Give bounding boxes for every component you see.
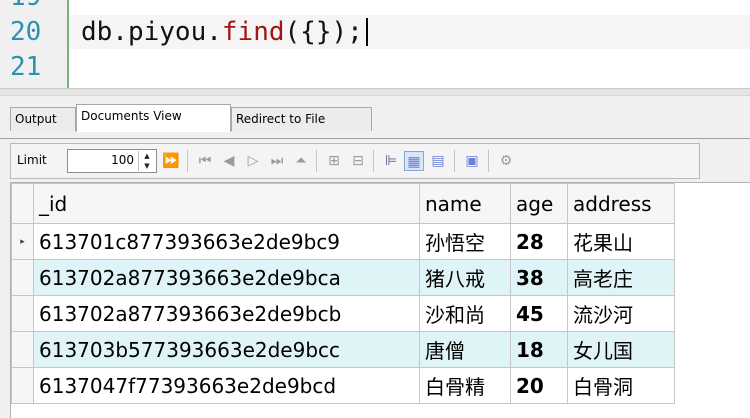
tab-baseline (0, 138, 750, 139)
cell-id[interactable]: 613702a877393663e2de9bcb (33, 295, 420, 332)
cell-age[interactable]: 38 (510, 259, 568, 296)
cell-age[interactable]: 18 (510, 331, 568, 368)
export-icon[interactable]: ▣ (462, 151, 482, 171)
cell-address[interactable]: 白骨洞 (567, 367, 675, 404)
collapse-icon[interactable]: ⏶ (291, 151, 311, 171)
cell-name[interactable]: 沙和尚 (419, 295, 511, 332)
add-record-icon[interactable]: ⊞ (324, 151, 344, 171)
row-indicator-header (11, 183, 34, 224)
fetch-all-icon[interactable]: ⏩ (161, 151, 181, 171)
column-header-address[interactable]: address (567, 183, 675, 224)
toolbar-separator (373, 150, 374, 172)
table-row[interactable]: 613703b577393663e2de9bcc 唐僧 18 女儿国 (11, 331, 675, 368)
line-number: 21 (10, 52, 42, 82)
cell-age[interactable]: 28 (510, 223, 568, 260)
toolbar-separator (454, 150, 455, 172)
table-row[interactable]: 6137047f77393663e2de9bcd 白骨精 20 白骨洞 (11, 367, 675, 404)
header-row: _id name age address (11, 183, 675, 224)
next-record-icon[interactable]: ▷ (243, 151, 263, 171)
text-caret (365, 18, 368, 46)
delete-record-icon[interactable]: ⊟ (348, 151, 368, 171)
cell-id[interactable]: 6137047f77393663e2de9bcd (33, 367, 420, 404)
results-table: _id name age address ▸ 613701c877393663e… (11, 183, 675, 404)
prev-record-icon[interactable]: ◀ (219, 151, 239, 171)
toolbar-separator (488, 150, 489, 172)
limit-input[interactable]: 100 ▲ ▼ (67, 149, 157, 173)
limit-value: 100 (111, 153, 134, 167)
toolbar-separator (187, 150, 188, 172)
tab-redirect-to-file[interactable]: Redirect to File (231, 107, 372, 131)
splitter[interactable] (0, 88, 750, 96)
cell-age[interactable]: 20 (510, 367, 568, 404)
result-panel: Output Documents View Redirect to File L… (0, 96, 750, 418)
toolbar-separator (316, 150, 317, 172)
form-view-icon[interactable]: ▤ (428, 151, 448, 171)
first-record-icon[interactable]: ⏮ (195, 151, 215, 171)
column-header-age[interactable]: age (510, 183, 568, 224)
column-header-name[interactable]: name (419, 183, 511, 224)
row-indicator: ▸ (11, 223, 34, 260)
cell-address[interactable]: 女儿国 (567, 331, 675, 368)
code-method: find (221, 17, 285, 47)
line-number-gutter: 19 20 21 (0, 0, 67, 88)
row-indicator (11, 295, 34, 332)
cell-id[interactable]: 613703b577393663e2de9bcc (33, 331, 420, 368)
cell-name[interactable]: 白骨精 (419, 367, 511, 404)
cell-id[interactable]: 613701c877393663e2de9bc9 (33, 223, 420, 260)
cell-id[interactable]: 613702a877393663e2de9bca (33, 259, 420, 296)
cell-address[interactable]: 高老庄 (567, 259, 675, 296)
code-editor[interactable]: 19 20 21 db.piyou.find({}); (0, 0, 750, 88)
column-header-id[interactable]: _id (33, 183, 420, 224)
code-object: db.piyou. (81, 17, 222, 47)
cell-address[interactable]: 花果山 (567, 223, 675, 260)
limit-spinner[interactable]: ▲ ▼ (138, 151, 155, 171)
cell-age[interactable]: 45 (510, 295, 568, 332)
line-number: 19 (10, 0, 62, 12)
tab-documents-view[interactable]: Documents View (76, 104, 231, 132)
table-row[interactable]: ▸ 613701c877393663e2de9bc9 孙悟空 28 花果山 (11, 223, 675, 260)
table-row[interactable]: 613702a877393663e2de9bcb 沙和尚 45 流沙河 (11, 295, 675, 332)
line-number: 20 (10, 17, 42, 47)
grid-toolbar: Limit 100 ▲ ▼ ⏩ ⏮ ◀ ▷ ⏭ ⏶ ⊞ ⊟ ⊫ ▦ ▤ ▣ ⚙ (10, 143, 700, 179)
cell-name[interactable]: 猪八戒 (419, 259, 511, 296)
row-indicator (11, 259, 34, 296)
documents-grid[interactable]: _id name age address ▸ 613701c877393663e… (10, 182, 750, 418)
code-args: ({}); (284, 17, 363, 47)
row-indicator (11, 367, 34, 404)
gear-icon[interactable]: ⚙ (496, 151, 516, 171)
last-record-icon[interactable]: ⏭ (267, 151, 287, 171)
cell-address[interactable]: 流沙河 (567, 295, 675, 332)
limit-label: Limit (17, 153, 47, 167)
cell-name[interactable]: 唐僧 (419, 331, 511, 368)
grid-view-icon[interactable]: ▦ (404, 151, 424, 171)
cell-name[interactable]: 孙悟空 (419, 223, 511, 260)
code-line[interactable]: db.piyou.find({}); (81, 17, 368, 47)
table-row[interactable]: 613702a877393663e2de9bca 猪八戒 38 高老庄 (11, 259, 675, 296)
tree-view-icon[interactable]: ⊫ (381, 151, 401, 171)
tab-output[interactable]: Output (10, 107, 76, 131)
result-tabs: Output Documents View Redirect to File (0, 104, 750, 139)
row-indicator (11, 331, 34, 368)
